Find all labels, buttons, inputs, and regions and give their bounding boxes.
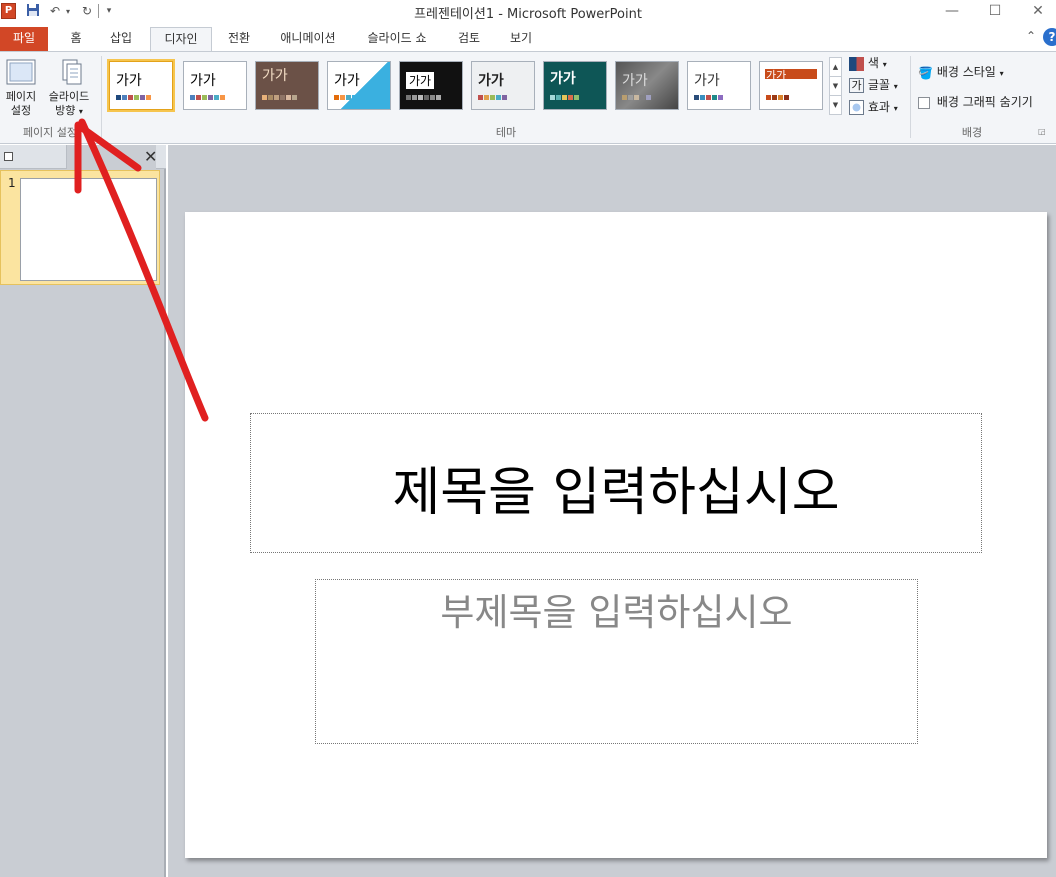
theme-fonts-button[interactable]: 가 글꼴 ▾ [849, 75, 898, 95]
effects-label: 효과 [867, 100, 890, 114]
theme-2[interactable]: 가가 [183, 61, 247, 110]
close-pane-icon[interactable]: ✕ [144, 147, 157, 166]
title-placeholder[interactable]: 제목을 입력하십시오 [250, 413, 982, 553]
chevron-down-icon: ▾ [882, 60, 887, 69]
tab-transitions[interactable]: 전환 [221, 27, 257, 51]
paint-bucket-icon: 🪣 [918, 65, 933, 80]
slide-orientation-label-line2: 방향 [55, 104, 76, 117]
outline-tab[interactable] [66, 145, 156, 169]
ribbon-design: 페이지 설정 슬라이드 방향 ▾ 페이지 설정 가가 가가 가가 가가 가가 가… [0, 51, 1056, 144]
background-styles-label: 배경 스타일 [936, 65, 996, 79]
colors-icon [849, 56, 864, 71]
theme-8[interactable]: 가가 [615, 61, 679, 110]
slide-number: 1 [8, 176, 16, 190]
slide-canvas[interactable]: 제목을 입력하십시오 부제목을 입력하십시오 [185, 212, 1047, 858]
tab-file[interactable]: 파일 [0, 27, 48, 51]
theme-effects-button[interactable]: 효과 ▾ [849, 97, 898, 117]
tab-view[interactable]: 보기 [503, 27, 539, 51]
group-separator [101, 56, 102, 138]
slides-tab-icon[interactable] [4, 152, 13, 161]
slide-orientation-icon [62, 59, 82, 85]
gallery-down-icon[interactable]: ▼ [830, 77, 841, 96]
tab-review[interactable]: 검토 [451, 27, 487, 51]
background-styles-button[interactable]: 🪣 배경 스타일 ▾ [918, 62, 1004, 82]
theme-gallery-scroll[interactable]: ▲ ▼ ▼ [829, 57, 842, 115]
chevron-down-icon: ▾ [999, 69, 1004, 78]
group-separator [910, 56, 911, 138]
help-icon[interactable]: ? [1043, 28, 1056, 46]
gallery-up-icon[interactable]: ▲ [830, 58, 841, 77]
maximize-icon[interactable]: ☐ [975, 0, 1015, 24]
slide-orientation-label-line1: 슬라이드 [48, 90, 90, 103]
colors-label: 색 [867, 56, 879, 70]
subtitle-placeholder-text[interactable]: 부제목을 입력하십시오 [316, 582, 917, 636]
theme-5[interactable]: 가가 [399, 61, 463, 110]
minimize-icon[interactable]: — [932, 0, 972, 24]
chevron-down-icon: ▾ [893, 104, 898, 113]
effects-icon [849, 100, 864, 115]
hide-background-graphics-label: 배경 그래픽 숨기기 [936, 95, 1033, 109]
theme-office[interactable]: 가가 [107, 59, 175, 112]
theme-7[interactable]: 가가 [543, 61, 607, 110]
background-group-label: 배경 [961, 126, 983, 139]
themes-group-label: 테마 [495, 126, 517, 139]
fonts-icon: 가 [849, 78, 864, 93]
chevron-down-icon: ▾ [893, 82, 898, 91]
theme-colors-button[interactable]: 색 ▾ [849, 53, 887, 73]
tab-slideshow[interactable]: 슬라이드 쇼 [358, 27, 436, 51]
pane-tabs: ✕ [0, 145, 166, 169]
slide-thumbnail-pane: ✕ 1 [0, 145, 166, 877]
theme-4[interactable]: 가가 [327, 61, 391, 110]
checkbox-icon[interactable] [918, 96, 930, 109]
title-placeholder-text[interactable]: 제목을 입력하십시오 [251, 450, 981, 525]
window-title: 프레젠테이션1 - Microsoft PowerPoint [414, 7, 642, 22]
tab-design[interactable]: 디자인 [150, 27, 212, 52]
subtitle-placeholder[interactable]: 부제목을 입력하십시오 [315, 579, 918, 744]
title-bar: P ↶ ▾ ↻ ▾ 프레젠테이션1 - Microsoft PowerPoint… [0, 0, 1056, 24]
ribbon-tab-row: 파일 홈 삽입 디자인 전환 애니메이션 슬라이드 쇼 검토 보기 ⌃ ? [0, 24, 1056, 52]
page-setup-label-line2: 설정 [10, 104, 32, 117]
theme-3[interactable]: 가가 [255, 61, 319, 110]
hide-background-graphics-checkbox[interactable]: 배경 그래픽 숨기기 [918, 92, 1033, 112]
tab-home[interactable]: 홈 [60, 27, 92, 51]
dialog-launcher-icon[interactable]: ◲ [1038, 127, 1046, 136]
fonts-label: 글꼴 [867, 78, 890, 92]
gallery-more-icon[interactable]: ▼ [830, 96, 841, 115]
slide-orientation-button[interactable]: 슬라이드 방향 ▾ [42, 56, 96, 119]
page-setup-button[interactable]: 페이지 설정 [2, 56, 40, 118]
page-setup-icon [6, 59, 36, 85]
close-window-icon[interactable]: ✕ [1018, 0, 1056, 24]
theme-9[interactable]: 가가 [687, 61, 751, 110]
minimize-ribbon-icon[interactable]: ⌃ [1026, 29, 1036, 43]
page-setup-label-line1: 페이지 [5, 90, 37, 103]
chevron-down-icon: ▾ [78, 107, 83, 116]
theme-6[interactable]: 가가 [471, 61, 535, 110]
tab-insert[interactable]: 삽입 [103, 27, 139, 51]
tab-animations[interactable]: 애니메이션 [271, 27, 345, 51]
page-setup-group-label: 페이지 설정 [22, 126, 78, 139]
slide-thumbnail[interactable] [20, 178, 157, 281]
theme-10[interactable]: 가가 [759, 61, 823, 110]
